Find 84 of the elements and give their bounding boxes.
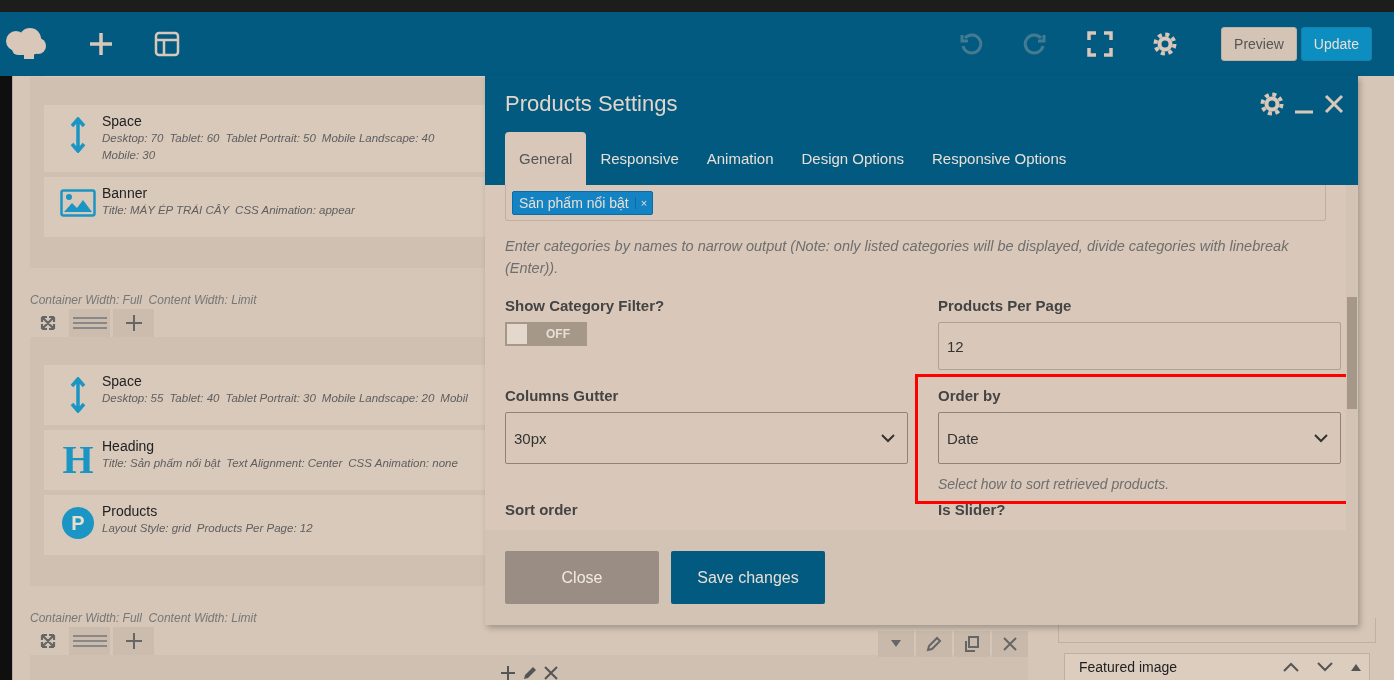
element-detail: Tablet Portrait: 50 [225,131,316,146]
scrollbar[interactable] [1346,185,1358,530]
move-icon[interactable] [40,315,56,331]
tab[interactable]: Responsive Options [918,132,1081,185]
copy-icon [964,636,980,652]
tab[interactable]: Responsive [586,132,693,185]
element-title: Heading [102,438,156,454]
heading-icon: H [62,442,94,478]
element-title: Space [102,113,143,129]
plus-icon [124,632,143,650]
close-icon [1003,637,1017,651]
element-detail: Title: MÁY ÉP TRÁI CÂY [102,203,230,218]
settings-icon[interactable] [1260,92,1284,116]
element-detail: Mobile Landscape: 40 [321,131,435,146]
delete-button[interactable] [992,631,1028,657]
element-detail: Tablet: 40 [169,391,220,406]
element-detail: Tablet: 60 [169,131,220,146]
edit-button[interactable] [916,631,952,657]
tab[interactable]: Design Options [787,132,919,185]
preview-button[interactable]: Preview [1221,27,1297,61]
element-detail: CSS Animation: none [348,456,458,471]
add-element-button[interactable] [113,309,154,337]
element-detail: Layout Style: grid [102,521,191,536]
element-detail: Mobile Landscape: 20 [321,391,435,406]
save-button[interactable]: Save changes [671,551,825,604]
vertical-arrow-icon [70,117,86,153]
close-icon[interactable] [544,666,558,680]
add-element-button[interactable] [113,627,154,655]
caret-icon [891,640,901,648]
tag-remove[interactable]: × [634,197,653,209]
chevron-up-icon[interactable] [1283,662,1299,672]
container-info: Container Width: Full Content Width: Limit [30,292,257,308]
element-detail: Products Per Page: 12 [196,521,313,536]
tab[interactable]: General [505,132,587,185]
categories-field[interactable]: Sản phẩm nổi bật × [505,185,1326,221]
products-icon: P [62,507,94,539]
plus-icon[interactable] [500,665,516,680]
field-label: Order by [938,387,1002,404]
field-label: Columns Gutter [505,387,620,404]
element-detail: Desktop: 55 [102,391,164,406]
chevron-down-icon [1314,433,1328,443]
select-field[interactable]: 30px [505,412,908,464]
dialog-title: Products Settings [505,91,679,117]
element-title: Space [102,373,143,389]
input-field[interactable]: 12 [938,322,1341,370]
element-detail: Text Alignment: Center [226,456,343,471]
layout-icon[interactable] [154,31,180,57]
image-icon [60,189,96,217]
element-detail: Desktop: 70 [102,131,164,146]
panel-title: Featured image [1079,659,1179,675]
chevron-down-icon[interactable] [1317,662,1333,672]
drag-handle-button[interactable] [69,627,110,655]
copy-button[interactable] [954,631,990,657]
element-detail: Mobil [440,391,468,406]
element-title: Banner [102,185,149,201]
menu-icon [72,316,107,330]
dropdown-button[interactable] [878,631,914,657]
element-detail: Tablet Portrait: 30 [225,391,316,406]
cloud-logo-icon[interactable] [4,27,48,61]
settings-icon[interactable] [1153,32,1178,56]
tab[interactable]: Animation [692,132,788,185]
element-detail: Mobile: 30 [102,148,156,163]
pencil-icon [926,636,942,652]
element-title: Products [102,503,159,519]
field-label: Sort order [505,501,579,518]
fullscreen-icon[interactable] [1087,31,1114,57]
plus-icon [124,314,143,332]
help-text: Select how to sort retrieved products. [938,475,1171,494]
select-field[interactable]: Date [938,412,1341,464]
container-info: Container Width: Full Content Width: Limit [30,610,257,626]
pencil-icon[interactable] [522,665,538,680]
help-text: Enter categories by names to narrow output (Note: only listed categories will be displayed, divide categories with linebreak (Enter)). [505,237,1290,278]
field-label: Show Category Filter? [505,297,666,314]
menu-icon [72,634,107,648]
chevron-down-icon [881,433,895,443]
field-label: Products Per Page [938,297,1073,314]
drag-handle-button[interactable] [69,309,110,337]
field-label: Is Slider? [938,501,1007,518]
tag-label: Sản phẩm nổi bật [518,195,630,211]
element-detail: Title: Sản phẩm nổi bật [102,456,221,471]
move-icon[interactable] [40,633,56,649]
vertical-arrow-icon [70,377,86,413]
collapse-icon[interactable] [1351,663,1361,671]
element-detail: CSS Animation: appear [235,203,355,218]
